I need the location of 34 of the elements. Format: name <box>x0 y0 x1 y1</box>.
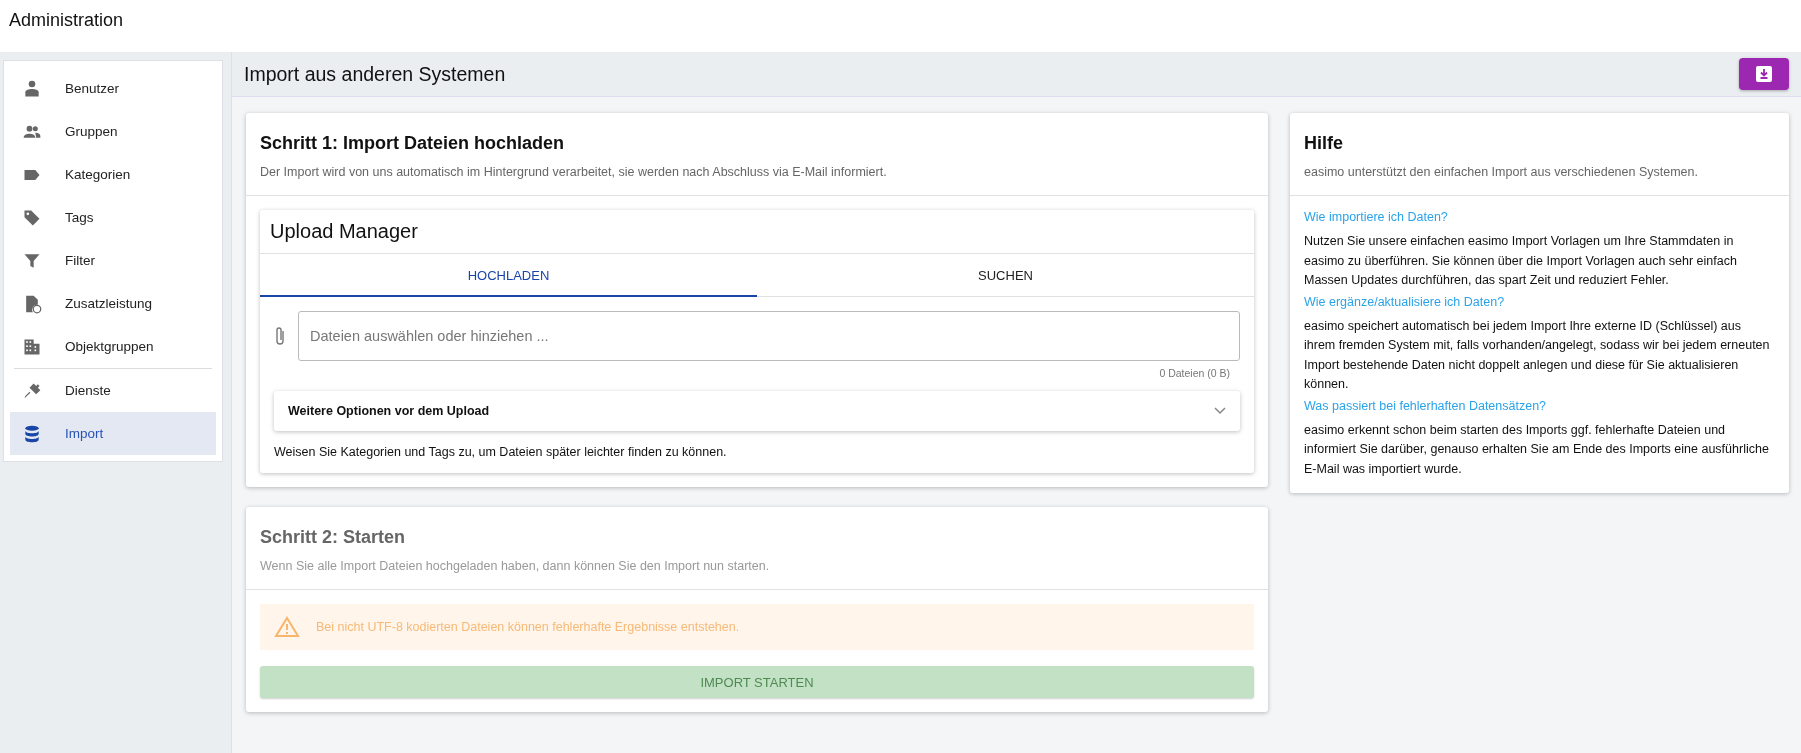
database-icon <box>22 423 42 444</box>
warning-icon <box>274 616 300 638</box>
page-title: Import aus anderen Systemen <box>244 62 506 86</box>
file-input-field[interactable]: Dateien auswählen oder hinziehen ... <box>298 311 1240 361</box>
help-text: easimo erkennt schon beim starten des Imports ggf. fehlerhafte Dateien und informiert Sie darüber, genauso erhalten Sie am Ende des Imports eine ausführliche E-Mail was importiert wurde. <box>1304 421 1770 478</box>
help-text: easimo speichert automatisch bei jedem Import Ihre externe ID (Schlüssel) aus ihrem fremden System mit, falls vorhanden/angelegt, sodass wir bei jedem erneuten Import bestehende Daten nicht doppelt anlegen und diese für Sie aktualisieren können. <box>1304 317 1771 393</box>
hint-text: Weisen Sie Kategorien und Tags zu, um Dateien später leichter finden zu können. <box>274 444 728 461</box>
sidebar-item[interactable]: Zusatzleistung <box>10 282 216 325</box>
download-icon <box>1756 66 1772 82</box>
sidebar-item[interactable]: Gruppen <box>10 110 216 153</box>
person-icon <box>22 78 42 99</box>
file-count: 0 Dateien (0 B) <box>1159 367 1230 379</box>
paperclip-icon <box>274 326 286 346</box>
tab[interactable]: HOCHLADEN <box>260 254 757 297</box>
sidebar-item[interactable]: Dienste <box>10 369 216 412</box>
sidebar-item[interactable]: Tags <box>10 196 216 239</box>
sidebar-item[interactable]: Benutzer <box>10 67 216 110</box>
card-subtitle: easimo unterstützt den einfachen Import aus verschiedenen Systemen. <box>1304 165 1699 179</box>
app-title: Administration <box>9 10 124 30</box>
sidebar-item[interactable]: Objektgruppen <box>10 325 216 368</box>
sidebar-item[interactable]: Import <box>10 412 216 455</box>
tab[interactable]: SUCHEN <box>757 254 1254 297</box>
card-title: Hilfe <box>1304 133 1344 154</box>
card-title: Schritt 1: Import Dateien hochladen <box>260 133 566 154</box>
card-subtitle: Der Import wird von uns automatisch im Hintergrund verarbeitet, sie werden nach Abschluss via E-Mail informiert. <box>260 165 888 179</box>
card-title: Schritt 2: Starten <box>260 527 407 548</box>
help-text: Nutzen Sie unsere einfachen easimo Import Vorlagen um Ihre Stammdaten in easimo zu überführen. Sie können über die Import Vorlagen auch sehr einfach Massen Updates durchführen, das spart Zeit und reduziert Fehler. <box>1304 233 1738 289</box>
download-button[interactable] <box>1739 58 1789 90</box>
sidebar-item[interactable]: Filter <box>10 239 216 282</box>
sidebar-item[interactable]: Kategorien <box>10 153 216 196</box>
options-panel-header[interactable]: Weitere Optionen vor dem Upload <box>274 391 1240 431</box>
warning-text: Bei nicht UTF-8 kodierten Dateien können fehlerhafte Ergebnisse entstehen. <box>316 620 740 634</box>
card-title: Upload Manager <box>260 210 1254 254</box>
card-subtitle: Wenn Sie alle Import Dateien hochgeladen haben, dann können Sie den Import nun starten. <box>260 559 771 573</box>
